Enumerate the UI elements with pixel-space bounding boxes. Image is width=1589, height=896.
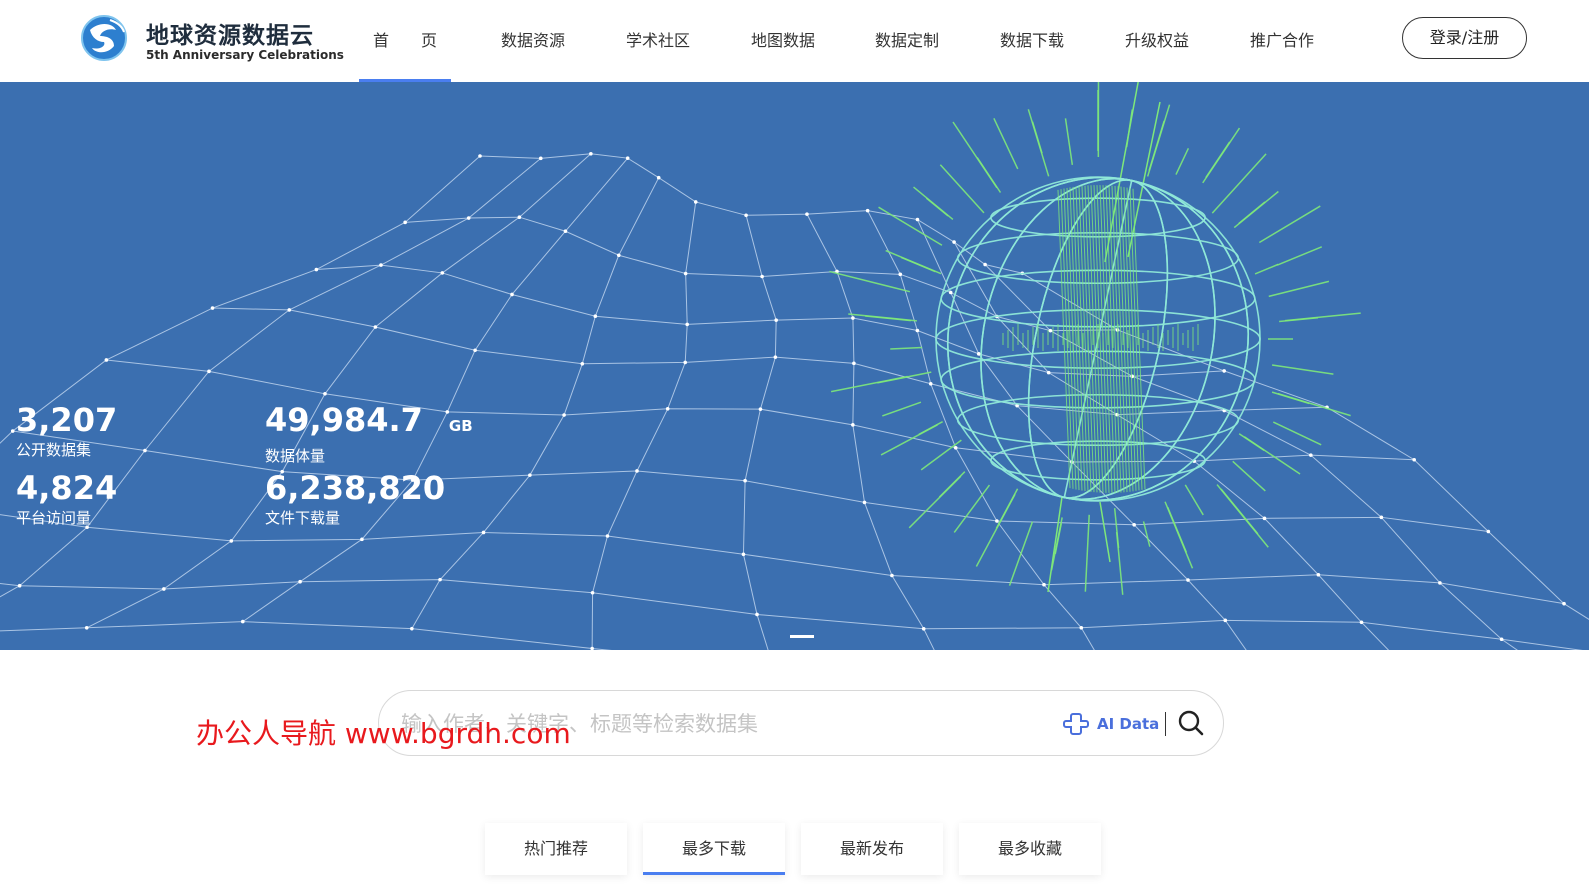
stat-value: 4,824 xyxy=(16,469,118,507)
carousel-indicator[interactable] xyxy=(790,635,814,638)
stat-unit: GB xyxy=(448,417,473,435)
stat-value: 3,207 xyxy=(16,401,118,439)
hero-banner: 3,207 公开数据集 49,984.7 GB 数据体量 4,824 平台访问量 … xyxy=(0,82,1589,650)
nav-item-promotion[interactable]: 推广合作 xyxy=(1240,0,1324,82)
nav-item-academic-community[interactable]: 学术社区 xyxy=(616,0,700,82)
tab-most-favorited[interactable]: 最多收藏 xyxy=(959,823,1101,875)
nav-item-data-resources[interactable]: 数据资源 xyxy=(491,0,575,82)
search-icon[interactable] xyxy=(1175,707,1207,739)
site-logo[interactable]: 地球资源数据云 5th Anniversary Celebrations xyxy=(80,14,344,68)
stat-value: 6,238,820 xyxy=(265,469,446,507)
watermark-text: 办公人导航 www.bgrdh.com xyxy=(196,717,571,750)
stat-value: 49,984.7 xyxy=(265,401,423,439)
stat-label: 数据体量 xyxy=(265,447,326,465)
stat-label: 公开数据集 xyxy=(16,441,92,459)
site-title: 地球资源数据云 xyxy=(146,23,314,49)
nav-item-home[interactable]: 首 页 xyxy=(359,0,451,82)
ai-data-button[interactable]: AI Data xyxy=(1063,709,1159,739)
stat-data-volume: 49,984.7 GB 数据体量 xyxy=(265,402,473,466)
tab-most-downloaded[interactable]: 最多下载 xyxy=(643,823,785,875)
stat-platform-visits: 4,824 平台访问量 xyxy=(16,470,117,528)
login-register-button[interactable]: 登录/注册 xyxy=(1402,17,1527,59)
nav-item-data-customization[interactable]: 数据定制 xyxy=(865,0,949,82)
ai-cross-icon xyxy=(1063,713,1089,735)
stat-file-downloads: 6,238,820 文件下载量 xyxy=(265,470,445,528)
stat-label: 平台访问量 xyxy=(16,509,92,527)
ai-data-label: AI Data xyxy=(1097,715,1160,733)
nav-item-data-download[interactable]: 数据下载 xyxy=(990,0,1074,82)
tab-hot-recommend[interactable]: 热门推荐 xyxy=(485,823,627,875)
earth-logo-icon xyxy=(81,15,127,61)
stat-label: 文件下载量 xyxy=(265,509,341,527)
site-subtitle: 5th Anniversary Celebrations xyxy=(146,48,344,62)
tab-latest-release[interactable]: 最新发布 xyxy=(801,823,943,875)
search-divider xyxy=(1165,712,1166,736)
site-header: 地球资源数据云 5th Anniversary Celebrations 首 页… xyxy=(0,0,1589,82)
nav-item-upgrade-benefits[interactable]: 升级权益 xyxy=(1115,0,1199,82)
network-grid-illustration xyxy=(0,82,1589,650)
nav-item-map-data[interactable]: 地图数据 xyxy=(741,0,825,82)
stat-public-datasets: 3,207 公开数据集 xyxy=(16,402,117,460)
